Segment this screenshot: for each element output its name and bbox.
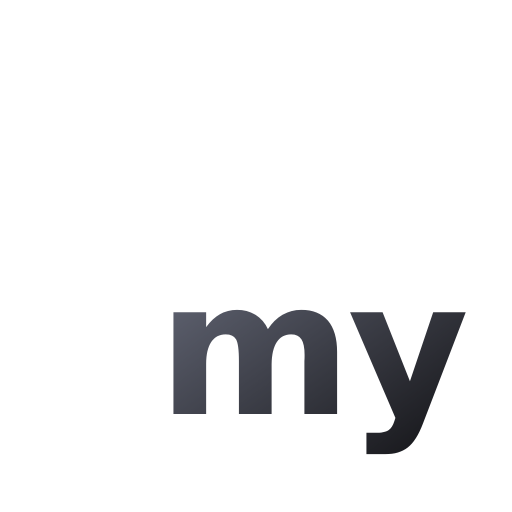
wordmark-text: my <box>158 241 466 458</box>
app-icon-canvas: my <box>0 0 512 512</box>
wordmark-svg: my <box>158 241 470 458</box>
brand-wordmark: my <box>158 241 478 472</box>
